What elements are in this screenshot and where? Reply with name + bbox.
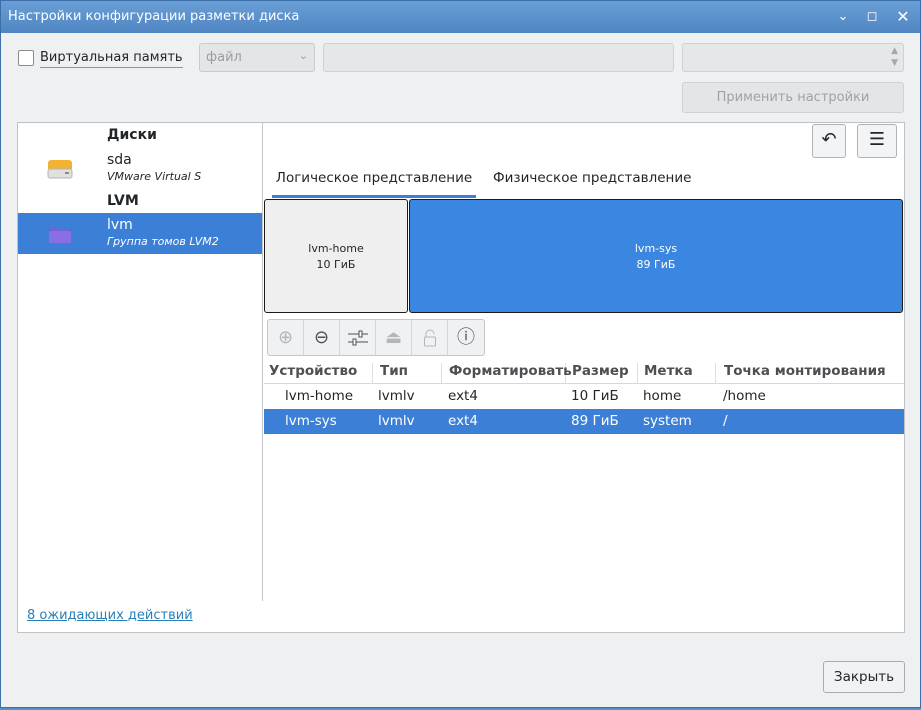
column-header[interactable]: Форматировать [449, 363, 572, 384]
volume-block-lvm-home[interactable]: lvm-home 10 ГиБ [264, 199, 408, 313]
volume-size: 89 ГиБ [636, 258, 676, 271]
table-row[interactable]: lvm-home lvmlv ext4 10 ГиБ home /home [264, 384, 904, 409]
cell-label: system [643, 413, 692, 429]
vg-name: lvm [107, 217, 133, 233]
cell-mount: /home [723, 388, 766, 404]
add-partition-icon[interactable]: ⊕ [268, 320, 304, 355]
close-icon[interactable]: ✕ [893, 7, 913, 27]
swap-type-select[interactable]: файл ⌄ [199, 43, 315, 72]
column-header[interactable]: Размер [572, 363, 638, 384]
disk-name: sda [107, 152, 132, 168]
apply-swap-button[interactable]: Применить настройки подкачки [682, 82, 904, 134]
cell-size: 89 ГиБ [571, 413, 619, 429]
table-row[interactable]: lvm-sys lvmlv ext4 89 ГиБ system / [264, 409, 904, 434]
partition-toolbar: ⊕ ⊖ ⏏ ⓘ [267, 319, 485, 356]
volume-name: lvm-sys [634, 242, 678, 255]
cell-device: lvm-home [285, 388, 354, 404]
hard-disk-icon [46, 157, 74, 181]
chevron-down-icon: ⌄ [298, 49, 308, 62]
swap-type-value: файл [206, 50, 242, 65]
cell-label: home [643, 388, 682, 404]
cell-type: lvmlv [378, 388, 415, 404]
remove-partition-icon[interactable]: ⊖ [304, 320, 340, 355]
menu-button[interactable]: ☰ [857, 124, 897, 158]
volume-block-lvm-sys[interactable]: lvm-sys 89 ГиБ [409, 199, 903, 313]
window-title: Настройки конфигурации разметки диска [8, 9, 300, 24]
eject-icon[interactable]: ⏏ [376, 320, 412, 355]
cell-format: ext4 [448, 388, 478, 404]
partition-table: Устройство Тип Форматировать Размер Метк… [264, 359, 904, 434]
swap-path-field[interactable] [323, 43, 674, 72]
undo-icon: ↶ [821, 129, 837, 150]
cell-size: 10 ГиБ [571, 388, 619, 404]
cell-device: lvm-sys [285, 413, 337, 429]
cell-format: ext4 [448, 413, 478, 429]
virtual-memory-checkbox[interactable] [18, 50, 34, 66]
column-header[interactable]: Тип [380, 363, 442, 384]
unlock-icon[interactable] [412, 320, 448, 355]
disks-heading: Диски [107, 127, 157, 143]
main-frame: Диски sda VMware Virtual S LVM lvm Групп… [17, 122, 905, 633]
info-icon[interactable]: ⓘ [448, 320, 484, 355]
undo-button[interactable]: ↶ [812, 124, 846, 158]
close-button[interactable]: Закрыть [823, 661, 905, 693]
volume-size: 10 ГиБ [316, 258, 356, 271]
table-header: Устройство Тип Форматировать Размер Метк… [264, 359, 904, 384]
tab-physical-view[interactable]: Физическое представление [493, 170, 691, 198]
title-bar: Настройки конфигурации разметки диска ⌄ … [1, 1, 920, 33]
sidebar-item-lvm[interactable]: lvm Группа томов LVM2 [18, 213, 262, 254]
column-header[interactable]: Устройство [269, 363, 373, 384]
pending-actions-link[interactable]: 8 ожидающих действий [27, 608, 193, 623]
spin-arrows-icon[interactable]: ▲ ▼ [891, 45, 898, 69]
minimize-icon[interactable]: ⌄ [833, 7, 853, 27]
disk-model: VMware Virtual S [107, 170, 202, 183]
sidebar-item-sda[interactable]: sda VMware Virtual S [18, 148, 262, 189]
volume-group-icon [46, 222, 74, 246]
hamburger-menu-icon: ☰ [868, 129, 886, 150]
edit-settings-icon[interactable] [340, 320, 376, 355]
virtual-memory-label[interactable]: Виртуальная память [40, 50, 183, 68]
device-sidebar: Диски sda VMware Virtual S LVM lvm Групп… [18, 123, 263, 601]
cell-type: lvmlv [378, 413, 415, 429]
column-header[interactable]: Точка монтирования [724, 363, 899, 384]
cell-mount: / [723, 413, 728, 429]
column-header[interactable]: Метка [644, 363, 716, 384]
partition-config-window: Настройки конфигурации разметки диска ⌄ … [0, 0, 921, 708]
lvm-heading: LVM [107, 193, 139, 209]
swap-size-spinbox[interactable]: ▲ ▼ [682, 43, 904, 72]
tab-logical-view[interactable]: Логическое представление [272, 170, 476, 198]
maximize-icon[interactable]: ◻ [862, 7, 882, 27]
volume-name: lvm-home [308, 242, 364, 255]
vg-type: Группа томов LVM2 [107, 235, 219, 248]
